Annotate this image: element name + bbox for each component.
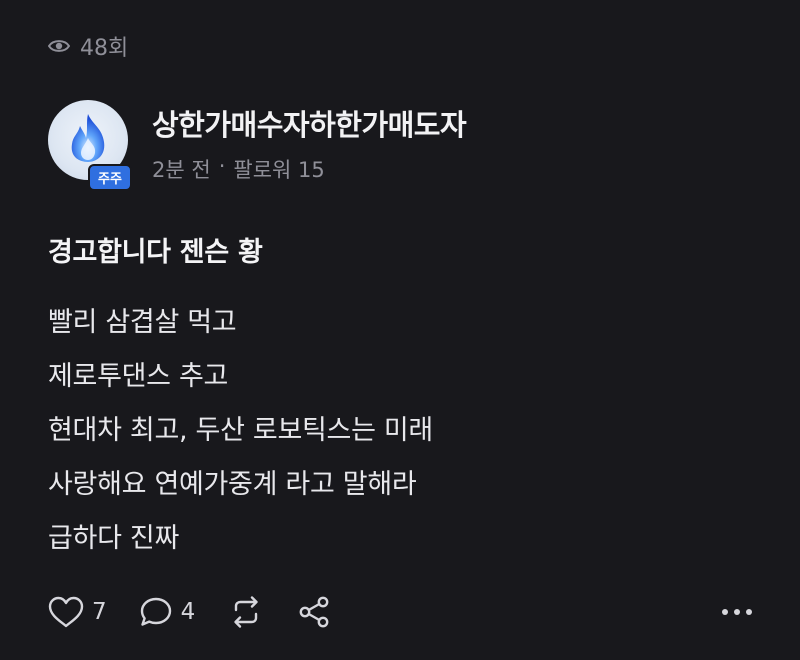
more-options-button[interactable] bbox=[722, 601, 752, 623]
comment-button[interactable]: 4 bbox=[139, 596, 196, 628]
post-body-line: 현대차 최고, 두산 로보틱스는 미래 bbox=[48, 415, 433, 446]
like-button[interactable]: 7 bbox=[48, 596, 107, 628]
comment-bubble-icon bbox=[139, 596, 173, 628]
post-body-line: 사랑해요 연예가중계 라고 말해라 bbox=[48, 469, 417, 500]
post-title: 경고합니다 젠슨 황 bbox=[48, 237, 263, 268]
post-detail: 48회 주주 상한가매수자하한가매도자 2분 전 · 팔로워 15 경고합니다 … bbox=[0, 0, 800, 660]
more-dots-icon bbox=[734, 609, 740, 615]
view-count-label: 48회 bbox=[80, 36, 129, 61]
more-dots-icon bbox=[746, 609, 752, 615]
author-header[interactable]: 주주 상한가매수자하한가매도자 2분 전 · 팔로워 15 bbox=[48, 100, 467, 191]
more-dots-icon bbox=[722, 609, 728, 615]
blue-flame-icon bbox=[66, 112, 110, 168]
post-body-line: 급하다 진짜 bbox=[48, 523, 179, 554]
share-icon bbox=[297, 595, 331, 629]
share-button[interactable] bbox=[297, 595, 331, 629]
post-body: 빨리 삼겹살 먹고 제로투댄스 추고 현대차 최고, 두산 로보틱스는 미래 사… bbox=[48, 296, 433, 566]
author-name[interactable]: 상한가매수자하한가매도자 bbox=[152, 102, 467, 144]
comment-count: 4 bbox=[180, 599, 196, 625]
author-meta: 2분 전 · 팔로워 15 bbox=[152, 154, 466, 184]
post-actions: 7 4 bbox=[48, 590, 752, 634]
author-info: 상한가매수자하한가매도자 2분 전 · 팔로워 15 bbox=[152, 102, 467, 184]
meta-separator: · bbox=[218, 154, 226, 178]
repost-button[interactable] bbox=[227, 595, 265, 629]
post-time: 2분 전 bbox=[152, 158, 211, 182]
eye-icon bbox=[48, 38, 70, 54]
post-body-line: 빨리 삼겹살 먹고 bbox=[48, 307, 237, 338]
heart-icon bbox=[48, 596, 84, 628]
post-body-line: 제로투댄스 추고 bbox=[48, 361, 229, 392]
repost-icon bbox=[227, 595, 265, 629]
follower-count: 팔로워 15 bbox=[233, 158, 325, 182]
shareholder-badge: 주주 bbox=[88, 164, 132, 191]
view-count: 48회 bbox=[48, 30, 128, 62]
like-count: 7 bbox=[92, 599, 107, 625]
avatar[interactable]: 주주 bbox=[48, 100, 132, 191]
